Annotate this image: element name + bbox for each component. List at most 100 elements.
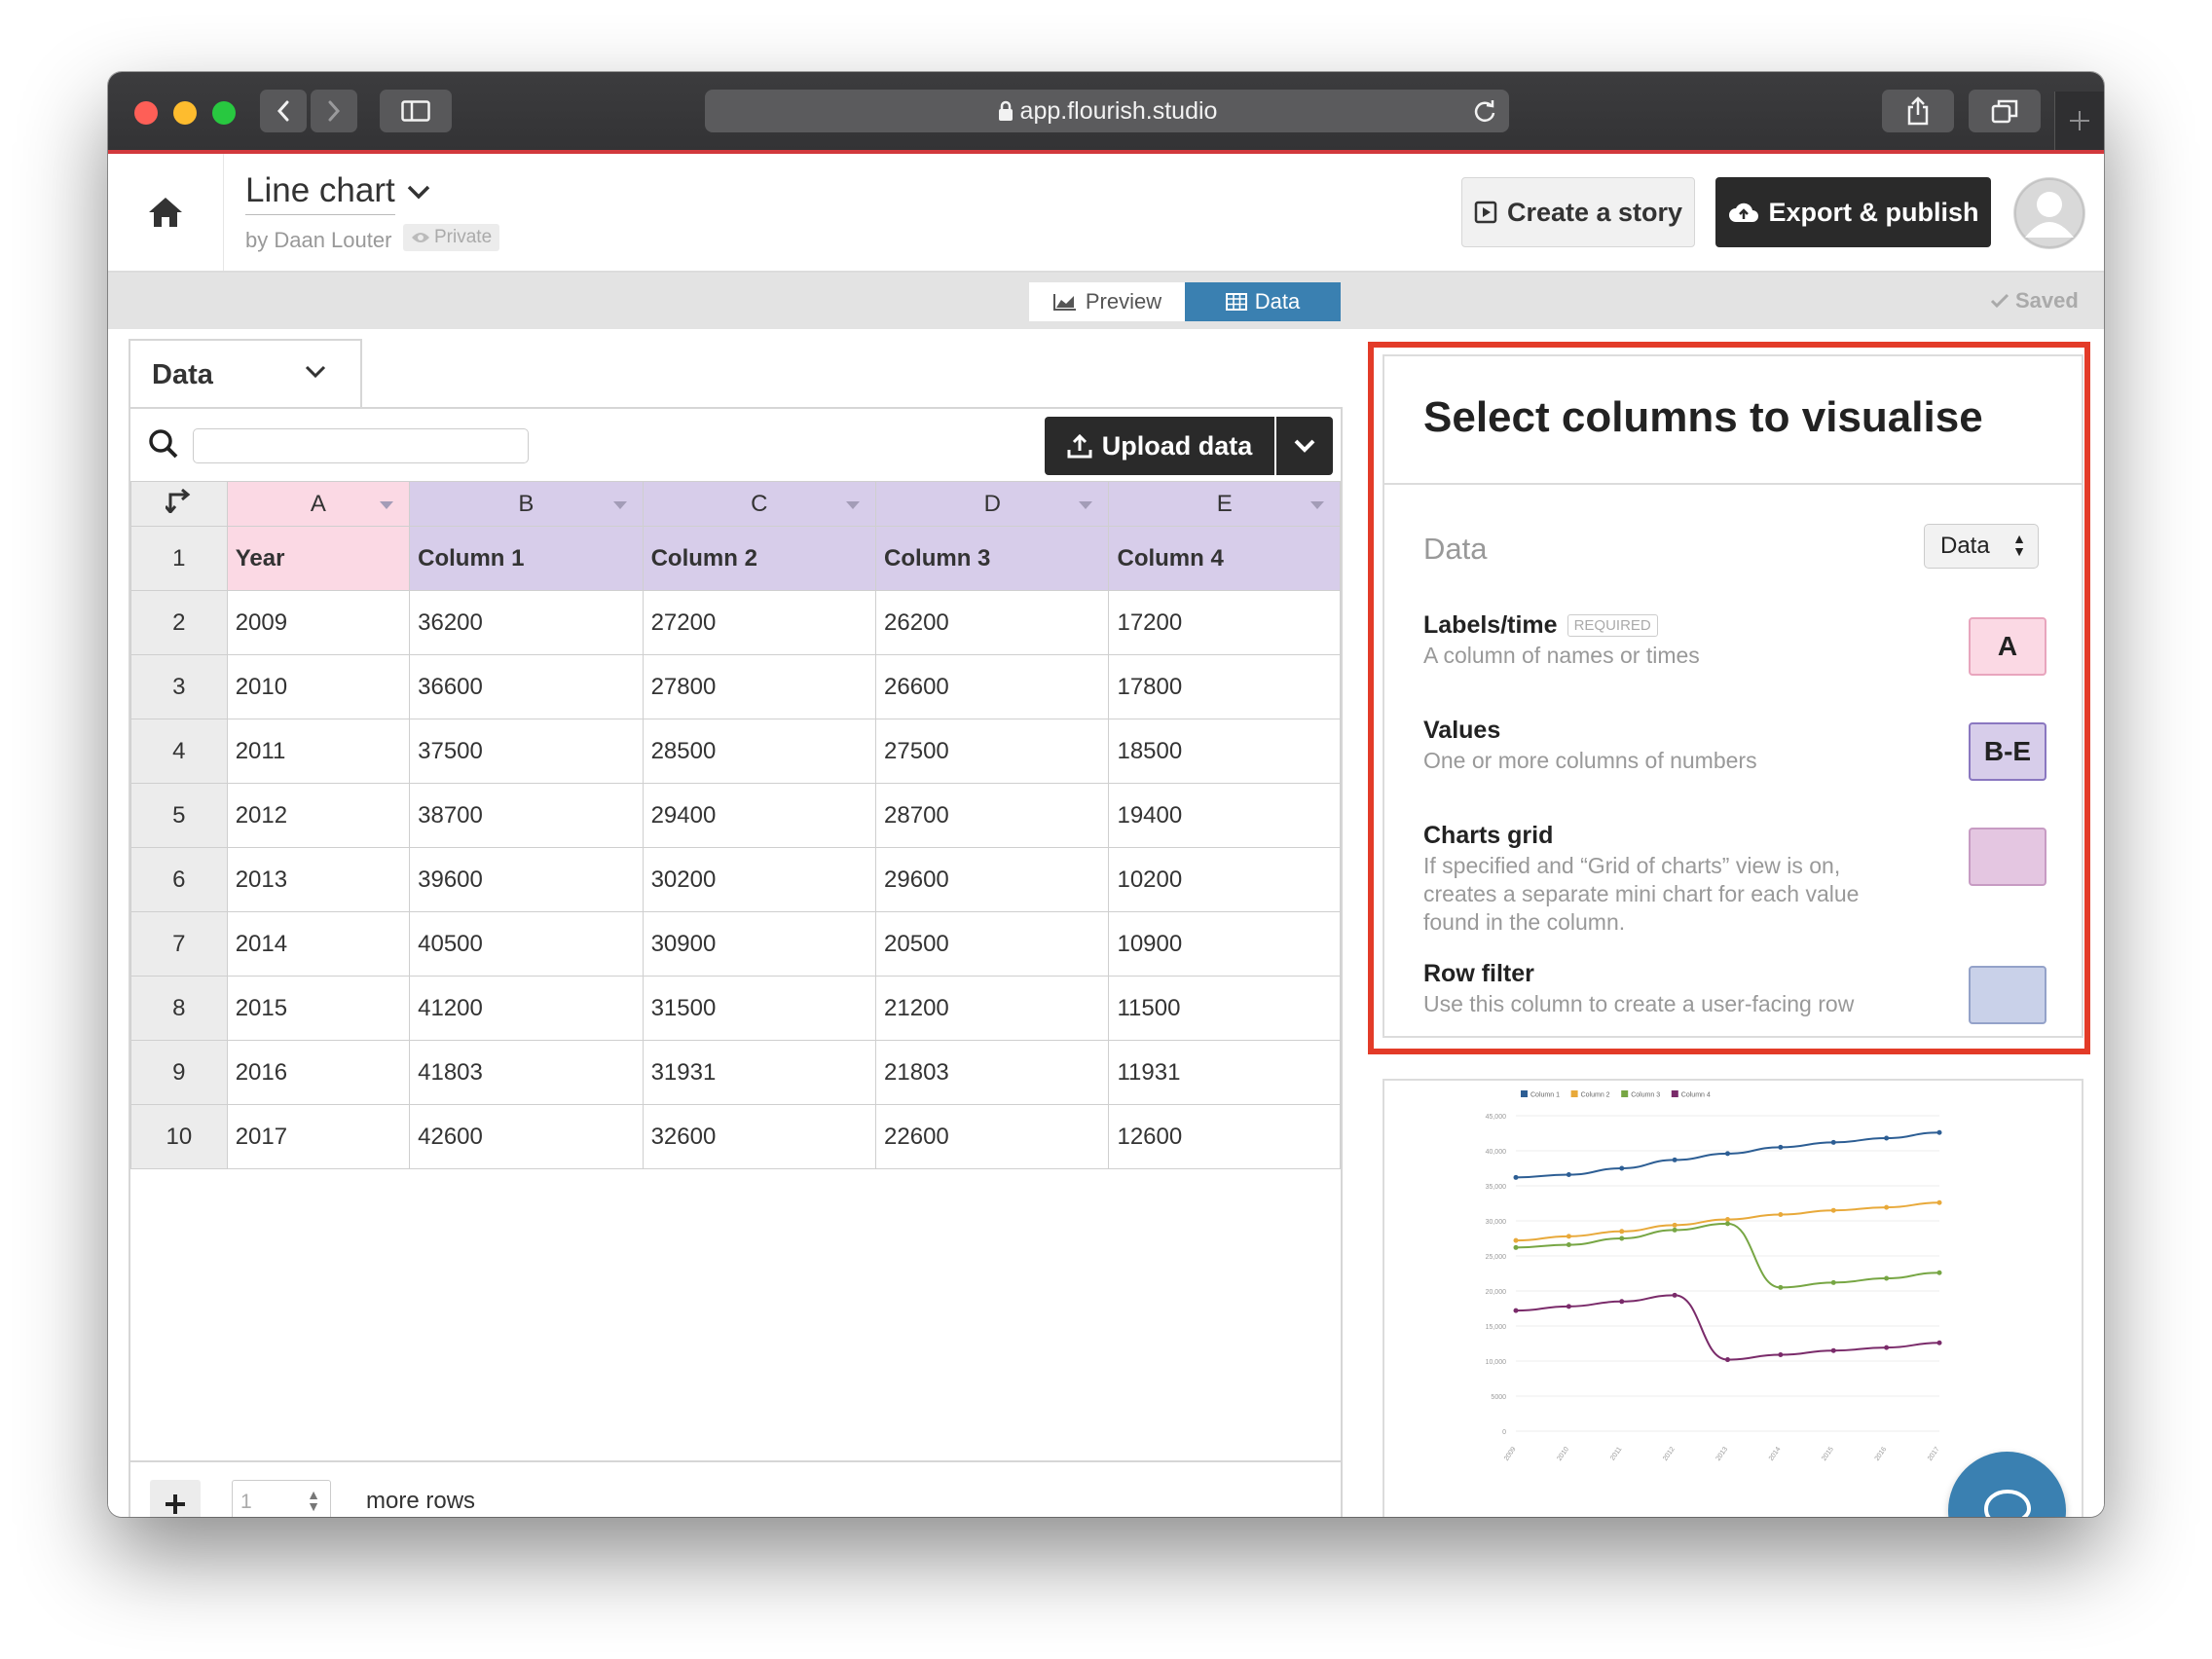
table-cell[interactable]: 2012 bbox=[226, 783, 411, 848]
table-cell[interactable]: 2014 bbox=[226, 911, 411, 977]
table-cell[interactable]: 42600 bbox=[409, 1104, 644, 1169]
create-story-button[interactable]: Create a story bbox=[1461, 177, 1695, 247]
table-cell[interactable]: 2013 bbox=[226, 847, 411, 912]
table-cell[interactable]: 38700 bbox=[409, 783, 644, 848]
table-cell[interactable]: 31931 bbox=[642, 1040, 877, 1105]
table-cell[interactable]: 2015 bbox=[226, 976, 411, 1041]
upload-data-button[interactable]: Upload data bbox=[1045, 417, 1274, 475]
column-header-e[interactable]: E bbox=[1108, 481, 1341, 527]
table-cell[interactable]: 41803 bbox=[409, 1040, 644, 1105]
table-cell[interactable]: 10200 bbox=[1108, 847, 1341, 912]
dataset-select[interactable]: Data ▲ ▼ bbox=[1924, 524, 2039, 569]
tab-preview[interactable]: Preview bbox=[1029, 282, 1185, 321]
sidebar-toggle-button[interactable] bbox=[380, 90, 452, 132]
user-avatar[interactable] bbox=[2013, 177, 2085, 249]
chart-title[interactable]: Line chart bbox=[245, 171, 395, 215]
forward-button[interactable] bbox=[311, 90, 357, 132]
row-number[interactable]: 4 bbox=[130, 719, 228, 784]
back-button[interactable] bbox=[260, 90, 307, 132]
chart-preview[interactable]: 0 5000 10,000 15,000 20,000 25,000 30,000 35,00… bbox=[1382, 1079, 2083, 1517]
new-tab-button[interactable] bbox=[2054, 92, 2104, 150]
chevron-down-icon[interactable] bbox=[406, 183, 431, 201]
sheet-selector[interactable]: Data bbox=[129, 339, 362, 409]
table-cell[interactable]: 2017 bbox=[226, 1104, 411, 1169]
column-header-d[interactable]: D bbox=[875, 481, 1110, 527]
column-header-a[interactable]: A bbox=[226, 481, 411, 527]
minimize-window-button[interactable] bbox=[173, 101, 197, 125]
row-number[interactable]: 5 bbox=[130, 783, 228, 848]
table-cell[interactable]: Column 3 bbox=[875, 526, 1110, 591]
table-cell[interactable]: 40500 bbox=[409, 911, 644, 977]
reload-icon[interactable] bbox=[1472, 98, 1497, 124]
column-menu-icon[interactable] bbox=[380, 501, 394, 509]
binding-chip-row-filter[interactable] bbox=[1969, 966, 2046, 1024]
table-cell[interactable]: 19400 bbox=[1108, 783, 1341, 848]
table-cell[interactable]: 28700 bbox=[875, 783, 1110, 848]
address-bar[interactable]: app.flourish.studio bbox=[705, 90, 1509, 132]
table-cell[interactable]: 21200 bbox=[875, 976, 1110, 1041]
stepper-icon[interactable]: ▲ ▼ bbox=[307, 1488, 320, 1513]
column-menu-icon[interactable] bbox=[846, 501, 861, 509]
column-header-c[interactable]: C bbox=[642, 481, 877, 527]
table-cell[interactable]: 11931 bbox=[1108, 1040, 1341, 1105]
table-cell[interactable]: 12600 bbox=[1108, 1104, 1341, 1169]
home-button[interactable] bbox=[108, 154, 224, 271]
table-cell[interactable]: Column 2 bbox=[642, 526, 877, 591]
table-cell[interactable]: 27800 bbox=[642, 654, 877, 719]
table-cell[interactable]: 21803 bbox=[875, 1040, 1110, 1105]
export-publish-button[interactable]: Export & publish bbox=[1715, 177, 1991, 247]
corner-cell[interactable] bbox=[130, 481, 228, 527]
table-cell[interactable]: 2011 bbox=[226, 719, 411, 784]
row-number[interactable]: 7 bbox=[130, 911, 228, 977]
binding-chip-charts-grid[interactable] bbox=[1969, 828, 2046, 886]
maximize-window-button[interactable] bbox=[212, 101, 236, 125]
table-cell[interactable]: Column 4 bbox=[1108, 526, 1341, 591]
table-cell[interactable]: 29600 bbox=[875, 847, 1110, 912]
column-menu-icon[interactable] bbox=[1310, 501, 1324, 509]
upload-options-button[interactable] bbox=[1276, 417, 1333, 475]
row-number[interactable]: 1 bbox=[130, 526, 228, 591]
table-cell[interactable]: 27200 bbox=[642, 590, 877, 655]
table-cell[interactable]: 30900 bbox=[642, 911, 877, 977]
table-cell[interactable]: 36200 bbox=[409, 590, 644, 655]
row-number[interactable]: 9 bbox=[130, 1040, 228, 1105]
table-cell[interactable]: 27500 bbox=[875, 719, 1110, 784]
column-menu-icon[interactable] bbox=[612, 501, 627, 509]
table-cell[interactable]: 28500 bbox=[642, 719, 877, 784]
table-cell[interactable]: 32600 bbox=[642, 1104, 877, 1169]
table-cell[interactable]: 36600 bbox=[409, 654, 644, 719]
row-number[interactable]: 2 bbox=[130, 590, 228, 655]
table-cell[interactable]: 2016 bbox=[226, 1040, 411, 1105]
table-cell[interactable]: 26200 bbox=[875, 590, 1110, 655]
close-window-button[interactable] bbox=[134, 101, 158, 125]
table-cell[interactable]: 31500 bbox=[642, 976, 877, 1041]
data-grid[interactable]: A B C D E 1 Year Column 1 Column 2 Colum… bbox=[130, 481, 1341, 1169]
table-cell[interactable]: 2009 bbox=[226, 590, 411, 655]
table-cell[interactable]: 22600 bbox=[875, 1104, 1110, 1169]
row-number[interactable]: 8 bbox=[130, 976, 228, 1041]
table-cell[interactable]: 2010 bbox=[226, 654, 411, 719]
row-number[interactable]: 3 bbox=[130, 654, 228, 719]
table-cell[interactable]: Column 1 bbox=[409, 526, 644, 591]
table-cell[interactable]: 37500 bbox=[409, 719, 644, 784]
column-header-b[interactable]: B bbox=[409, 481, 644, 527]
table-cell[interactable]: 17200 bbox=[1108, 590, 1341, 655]
binding-chip-labels[interactable]: A bbox=[1969, 617, 2046, 676]
table-cell[interactable]: 18500 bbox=[1108, 719, 1341, 784]
binding-chip-values[interactable]: B-E bbox=[1969, 722, 2046, 781]
search-input[interactable] bbox=[193, 428, 529, 463]
table-cell[interactable]: 11500 bbox=[1108, 976, 1341, 1041]
row-number[interactable]: 6 bbox=[130, 847, 228, 912]
table-cell[interactable]: 10900 bbox=[1108, 911, 1341, 977]
rows-count-input[interactable]: 1 ▲ ▼ bbox=[232, 1480, 331, 1517]
table-cell[interactable]: 29400 bbox=[642, 783, 877, 848]
table-cell[interactable]: 26600 bbox=[875, 654, 1110, 719]
column-menu-icon[interactable] bbox=[1079, 501, 1093, 509]
share-button[interactable] bbox=[1882, 90, 1954, 132]
table-cell[interactable]: 39600 bbox=[409, 847, 644, 912]
table-cell[interactable]: 20500 bbox=[875, 911, 1110, 977]
tab-data[interactable]: Data bbox=[1185, 282, 1341, 321]
table-cell[interactable]: 17800 bbox=[1108, 654, 1341, 719]
table-cell[interactable]: 30200 bbox=[642, 847, 877, 912]
row-number[interactable]: 10 bbox=[130, 1104, 228, 1169]
